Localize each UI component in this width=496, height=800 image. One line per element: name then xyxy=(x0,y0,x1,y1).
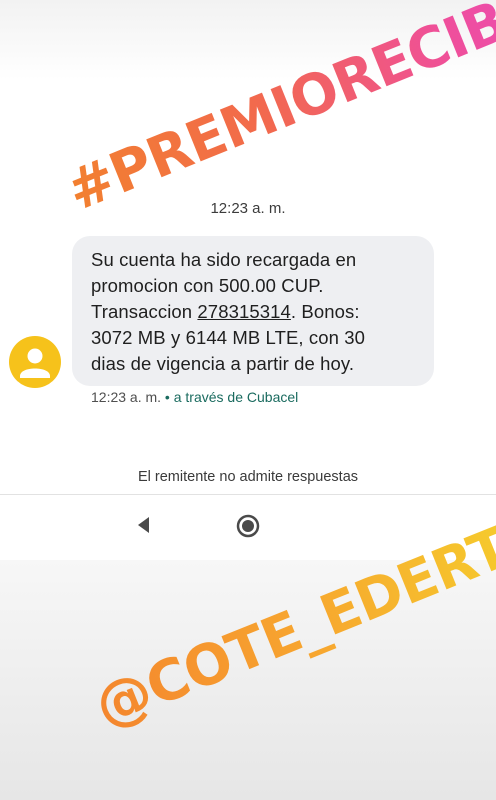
person-icon xyxy=(20,348,50,378)
message-text: . Bonos: xyxy=(290,301,360,322)
sender-avatar[interactable] xyxy=(9,336,61,388)
message-line: 3072 MB y 6144 MB LTE, con 30 xyxy=(91,327,366,348)
nav-home-button[interactable] xyxy=(236,514,260,538)
home-circle-icon xyxy=(236,514,260,538)
back-triangle-icon xyxy=(138,517,149,533)
message-line: dias de vigencia a partir de hoy. xyxy=(91,353,355,374)
transaction-id-link[interactable]: 278315314 xyxy=(197,301,291,322)
message-text: Transaccion xyxy=(91,301,198,322)
nav-back-button[interactable] xyxy=(134,515,154,535)
message-meta: 12:23 a. m. • a través de Cubacel xyxy=(91,389,298,405)
via-separator: • xyxy=(161,389,174,405)
no-reply-notice: El remitente no admite respuestas xyxy=(137,469,359,485)
message-bubble[interactable]: Su cuenta ha sido recargada en promocion… xyxy=(72,236,434,386)
message-line: Su cuenta ha sido recargada en xyxy=(91,249,357,270)
divider xyxy=(0,494,496,495)
message-line: Transaccion 278315314. Bonos: xyxy=(91,299,422,325)
message-line: promocion con 500.00 CUP. xyxy=(91,275,324,296)
via-carrier: a través de Cubacel xyxy=(173,389,299,405)
sent-time: 12:23 a. m. xyxy=(91,389,162,405)
